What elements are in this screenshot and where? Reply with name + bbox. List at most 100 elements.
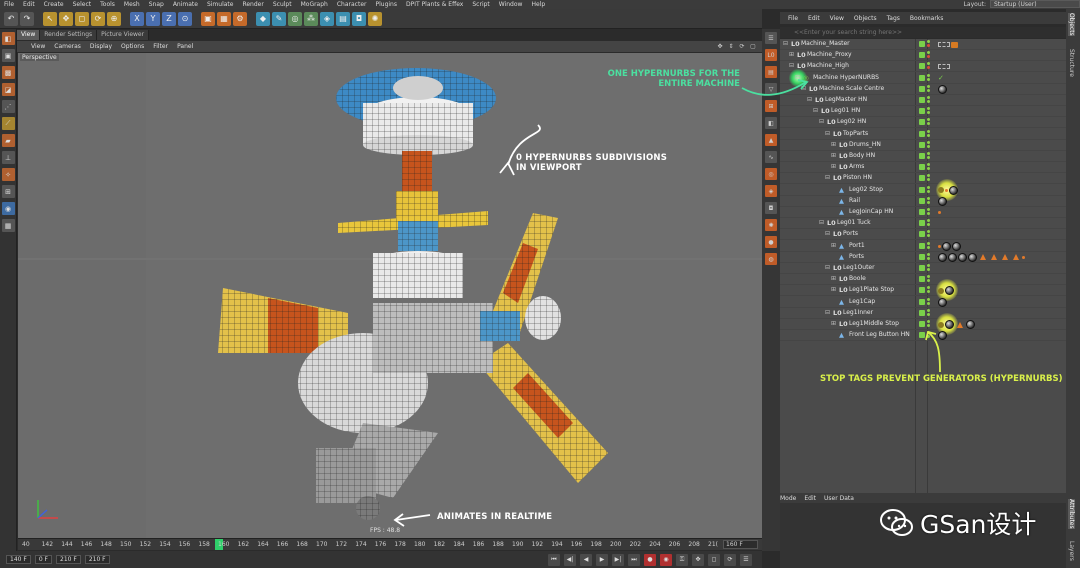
visibility-dots[interactable]: [927, 51, 930, 59]
texture-mode-icon[interactable]: ▩: [1, 66, 15, 79]
expand-icon[interactable]: ⊞: [789, 51, 796, 58]
viewport-zoom-icon[interactable]: ⇕: [727, 42, 735, 50]
menu-create[interactable]: Create: [44, 1, 64, 8]
om-menu-file[interactable]: File: [788, 15, 798, 22]
live-selection-icon[interactable]: ↖: [43, 11, 57, 26]
scale-icon[interactable]: ◻: [75, 11, 89, 26]
array-icon[interactable]: ⁂: [304, 11, 318, 26]
attr-menu-user-data[interactable]: User Data: [824, 495, 854, 502]
go-to-end-icon[interactable]: ⏭: [628, 553, 640, 566]
texture-tag-icon[interactable]: [1013, 254, 1019, 261]
menu-script[interactable]: Script: [472, 1, 489, 8]
viewport-menu-panel[interactable]: Panel: [177, 43, 193, 50]
rotate-icon[interactable]: ⟳: [91, 11, 105, 26]
menu-plugins[interactable]: Plugins: [375, 1, 397, 8]
enabled-checkbox[interactable]: [919, 52, 925, 59]
autokey-icon[interactable]: ◉: [660, 553, 672, 566]
menu-snap[interactable]: Snap: [149, 1, 164, 8]
keyframe-selection-icon[interactable]: ⚿: [676, 553, 688, 566]
menu-simulate[interactable]: Simulate: [207, 1, 234, 8]
y-axis-lock-icon[interactable]: Y: [146, 11, 160, 26]
viewport-move-icon[interactable]: ✥: [716, 42, 724, 50]
viewport-menu-display[interactable]: Display: [90, 43, 112, 50]
tab-view[interactable]: View: [17, 30, 41, 40]
move-icon[interactable]: ✥: [59, 11, 73, 26]
object-row[interactable]: ⊟ L0 Machine_Master: [780, 39, 1066, 50]
collapse-icon[interactable]: ⊟: [783, 40, 790, 47]
tab-picture-viewer[interactable]: Picture Viewer: [97, 30, 150, 40]
layer-tag-icon[interactable]: [938, 42, 950, 47]
display-tag-icon[interactable]: [951, 41, 958, 48]
menu-select[interactable]: Select: [73, 1, 92, 8]
om-menu-view[interactable]: View: [830, 15, 844, 22]
model-mode-icon[interactable]: ▣: [1, 49, 15, 62]
axis-mode-icon[interactable]: ⊥: [1, 151, 15, 164]
render-view-icon[interactable]: ▣: [201, 11, 215, 26]
viewport-rotate-icon[interactable]: ⟳: [738, 42, 746, 50]
timeline-settings-icon[interactable]: ☰: [740, 553, 752, 566]
tweak-mode-icon[interactable]: ✧: [1, 168, 15, 181]
render-settings-icon[interactable]: ⚙: [233, 11, 247, 26]
om-menu-objects[interactable]: Objects: [854, 15, 877, 22]
menu-window[interactable]: Window: [499, 1, 523, 8]
start-frame-field[interactable]: 140 F: [6, 555, 31, 564]
snap-icon[interactable]: ⊞: [1, 185, 15, 198]
menu-render[interactable]: Render: [242, 1, 263, 8]
enabled-checkbox[interactable]: [919, 41, 925, 47]
subdivision-surface-icon[interactable]: ◎: [288, 11, 302, 26]
objects-icon[interactable]: ☰: [765, 32, 777, 44]
current-frame-field[interactable]: 0 F: [34, 555, 52, 564]
viewport-menu-cameras[interactable]: Cameras: [54, 43, 81, 50]
timeline-ruler[interactable]: 160 F 40 142 144 146 148 150 152 154 156 158 160 16…: [18, 538, 762, 550]
menu-character[interactable]: Character: [337, 1, 367, 8]
viewport-maximize-icon[interactable]: ▢: [749, 42, 757, 50]
next-frame-icon[interactable]: ▶|: [612, 553, 624, 566]
enabled-checkbox[interactable]: [919, 63, 925, 70]
viewport-3d[interactable]: Perspective 0 Hypernurbs subdivisions in…: [18, 53, 762, 538]
attr-menu-mode[interactable]: Mode: [780, 495, 796, 502]
menu-mograph[interactable]: MoGraph: [301, 1, 328, 8]
material-tag-icon[interactable]: [968, 252, 977, 262]
deformer-icon[interactable]: ◈: [320, 11, 334, 26]
edges-mode-icon[interactable]: ⟋: [1, 117, 15, 130]
om-menu-edit[interactable]: Edit: [808, 15, 820, 22]
null-object-icon[interactable]: L0: [765, 49, 777, 61]
position-key-icon[interactable]: ✥: [692, 553, 704, 566]
menu-dpit-plants-effex[interactable]: DPIT Plants & Effex: [406, 1, 463, 8]
camera-icon[interactable]: ◘: [352, 11, 366, 26]
menu-tools[interactable]: Tools: [100, 1, 115, 8]
om-menu-bookmarks[interactable]: Bookmarks: [910, 15, 944, 22]
scale-key-icon[interactable]: ◻: [708, 553, 720, 566]
grid-icon[interactable]: ▦: [1, 219, 15, 232]
workplane-icon[interactable]: ◪: [1, 83, 15, 96]
selection-tag-icon[interactable]: [1022, 255, 1025, 259]
layout-select[interactable]: Startup (User): [990, 0, 1080, 8]
coordinate-system-icon[interactable]: ⊙: [178, 11, 192, 26]
rotation-key-icon[interactable]: ⟳: [724, 553, 736, 566]
attr-menu-edit[interactable]: Edit: [804, 495, 816, 502]
previous-key-icon[interactable]: ◀|: [564, 553, 576, 566]
tab-render-settings[interactable]: Render Settings: [40, 30, 98, 40]
z-axis-lock-icon[interactable]: Z: [162, 11, 176, 26]
texture-tag-icon[interactable]: [1002, 254, 1008, 261]
object-search-input[interactable]: [794, 29, 1034, 36]
menu-sculpt[interactable]: Sculpt: [273, 1, 292, 8]
undo-icon[interactable]: ↶: [4, 11, 18, 26]
redo-icon[interactable]: ↷: [20, 11, 34, 26]
object-row[interactable]: ⊞ L0 Machine_Proxy: [780, 50, 1066, 62]
max-frame-field[interactable]: 210 F: [84, 555, 110, 564]
make-editable-icon[interactable]: ◧: [1, 32, 15, 45]
menu-edit[interactable]: Edit: [23, 1, 35, 8]
end-frame-field[interactable]: 160 F: [723, 540, 758, 549]
viewport-menu-options[interactable]: Options: [121, 43, 144, 50]
scene-environment-icon[interactable]: ▤: [336, 11, 350, 26]
texture-tag-icon[interactable]: [991, 254, 997, 261]
menu-file[interactable]: File: [4, 1, 14, 8]
play-icon[interactable]: ▶: [596, 553, 608, 566]
render-picture-viewer-icon[interactable]: ▦: [217, 11, 231, 26]
cube-primitive-icon[interactable]: ◆: [256, 11, 270, 26]
tab-layers[interactable]: Layers: [1068, 541, 1075, 561]
sculpt-icon[interactable]: ◉: [1, 202, 15, 215]
previous-frame-icon[interactable]: ◀: [580, 553, 592, 566]
layer-tag-icon[interactable]: [938, 64, 950, 70]
